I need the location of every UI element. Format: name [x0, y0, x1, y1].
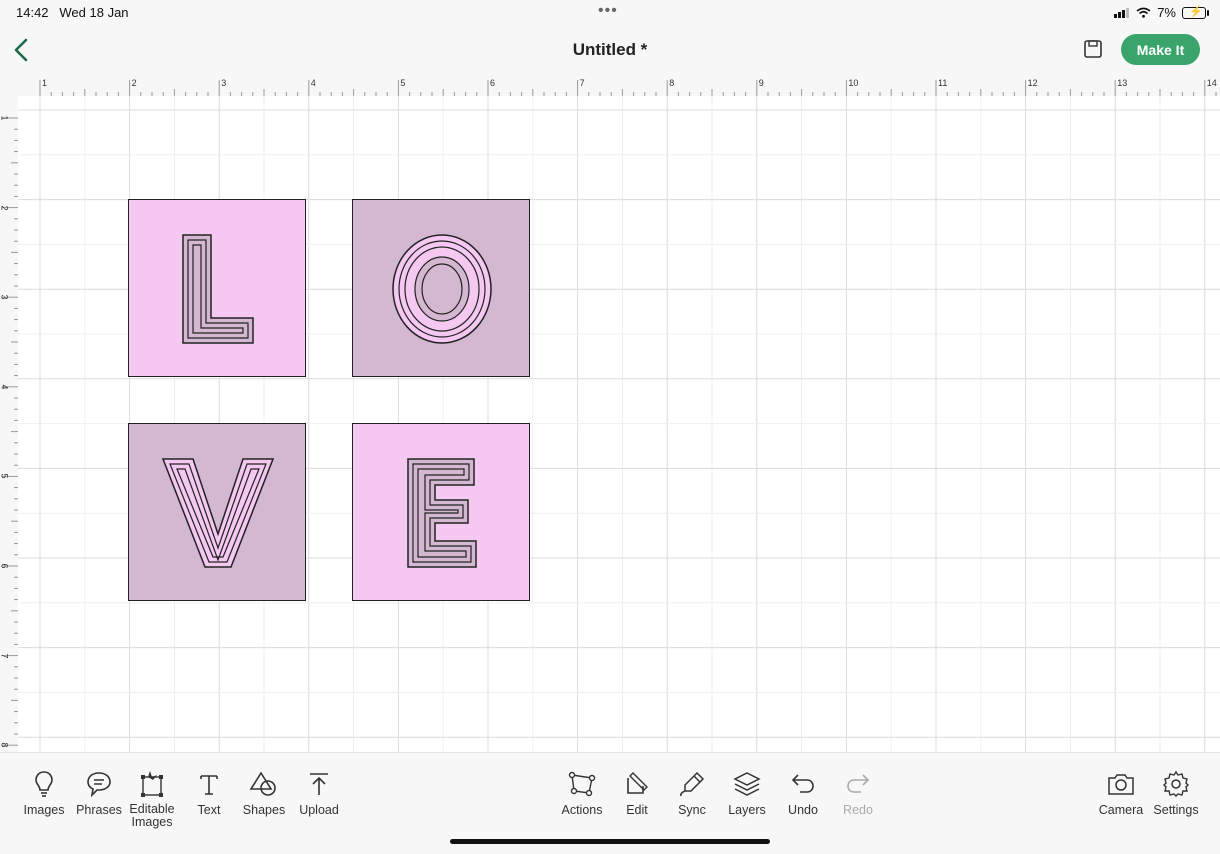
ruler-top-label: 5 [400, 78, 406, 88]
ruler-top-label: 12 [1027, 78, 1038, 88]
edit-button[interactable]: Edit [609, 769, 665, 817]
ruler-top-label: 4 [310, 78, 316, 88]
status-time: 14:42 Wed 18 Jan [16, 5, 129, 20]
editable-images-icon [141, 771, 163, 797]
ruler-top-label: 11 [938, 78, 948, 88]
actions-button[interactable]: Actions [554, 769, 610, 817]
shapes-button[interactable]: Shapes [236, 769, 292, 817]
layers-icon [733, 772, 761, 796]
settings-button[interactable]: Settings [1148, 769, 1204, 817]
redo-button[interactable]: Redo [830, 769, 886, 817]
images-button[interactable]: Images [16, 769, 72, 817]
ruler-left-label: 7 [0, 653, 10, 659]
status-bar: 14:42 Wed 18 Jan ••• 7% ⚡ [0, 0, 1220, 24]
lightbulb-icon [35, 771, 53, 797]
ruler-top-label: 7 [579, 78, 585, 88]
letter-l-graphic [182, 234, 254, 344]
actions-icon [568, 771, 596, 797]
ruler-left-label: 4 [0, 384, 10, 390]
redo-icon [847, 774, 870, 793]
shapes-icon [249, 771, 276, 796]
tile-letter-o[interactable] [352, 199, 530, 377]
wifi-icon [1136, 7, 1151, 18]
tile-letter-v[interactable] [128, 423, 306, 601]
battery-percent: 7% [1157, 5, 1176, 20]
letter-v-graphic [161, 458, 275, 568]
undo-button[interactable]: Undo [775, 769, 831, 817]
ruler-top-label: 8 [669, 78, 675, 88]
sync-icon [680, 771, 705, 797]
ruler-left-label: 8 [0, 742, 10, 748]
multitasking-dots-icon[interactable]: ••• [598, 2, 618, 20]
project-title[interactable]: Untitled * [0, 40, 1220, 60]
layers-button[interactable]: Layers [719, 769, 775, 817]
save-icon[interactable] [1082, 38, 1104, 60]
letter-o-graphic [392, 234, 492, 344]
ruler-left-label: 3 [0, 294, 10, 300]
ruler-left-label: 1 [0, 115, 10, 121]
tile-letter-l[interactable] [128, 199, 306, 377]
design-canvas[interactable] [18, 96, 1220, 752]
camera-button[interactable]: Camera [1093, 769, 1149, 817]
tile-letter-e[interactable] [352, 423, 530, 601]
camera-icon [1108, 774, 1134, 795]
speech-bubble-icon [87, 772, 111, 798]
text-button[interactable]: Text [181, 769, 237, 817]
ruler-top-label: 2 [131, 78, 137, 88]
upload-button[interactable]: Upload [291, 769, 347, 817]
home-indicator[interactable] [450, 839, 770, 844]
ruler-top: 1 2 3 4 5 6 7 8 9 10 11 12 13 14 [0, 76, 1220, 97]
ruler-top-label: 9 [758, 78, 764, 88]
letter-e-graphic [407, 458, 477, 568]
top-bar: Untitled * Make It [0, 24, 1220, 76]
editable-images-button[interactable]: Editable Images [124, 769, 180, 829]
gear-icon [1163, 770, 1189, 797]
edit-icon [627, 772, 648, 794]
ruler-top-label: 13 [1117, 78, 1128, 88]
ruler-top-label: 6 [490, 78, 496, 88]
cellular-signal-icon [1114, 7, 1130, 18]
text-icon [200, 775, 218, 795]
ruler-top-label: 3 [221, 78, 227, 88]
ruler-top-label: 14 [1206, 78, 1217, 88]
phrases-button[interactable]: Phrases [71, 769, 127, 817]
ruler-top-label: 10 [848, 78, 859, 88]
ruler-left-label: 5 [0, 473, 10, 479]
ruler-left: 1 2 3 4 5 6 7 8 [0, 96, 19, 752]
make-it-button[interactable]: Make It [1121, 34, 1200, 65]
sync-button[interactable]: Sync [664, 769, 720, 817]
upload-icon [310, 773, 328, 795]
battery-icon: ⚡ [1182, 6, 1209, 19]
ruler-top-label: 1 [42, 78, 48, 88]
ruler-left-label: 6 [0, 563, 10, 569]
undo-icon [791, 774, 814, 793]
ruler-left-label: 2 [0, 205, 10, 211]
